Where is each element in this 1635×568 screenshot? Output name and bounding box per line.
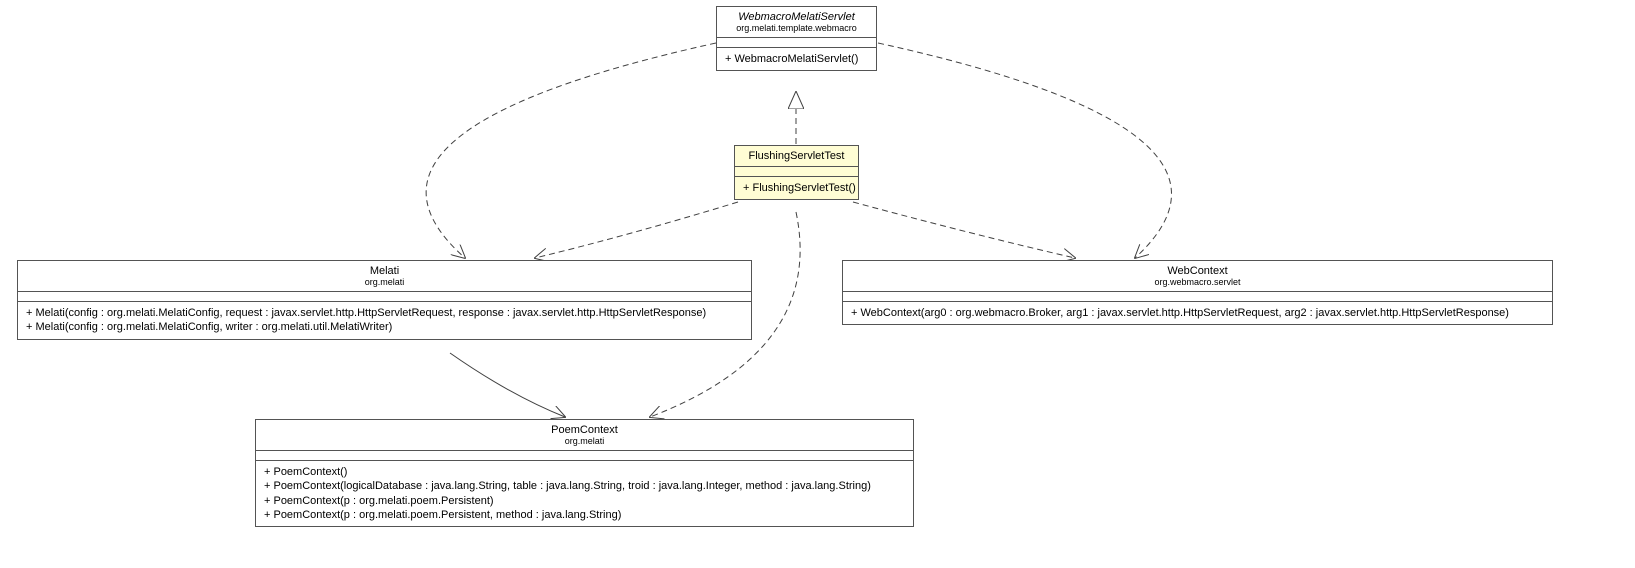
method: + Melati(config : org.melati.MelatiConfi… [26,320,743,334]
edge-assoc-melati-poem [450,353,565,417]
class-flushing-servlet-test: FlushingServletTest + FlushingServletTes… [734,145,859,200]
class-melati: Melati org.melati + Melati(config : org.… [17,260,752,340]
class-attrs [18,292,751,302]
class-header: WebmacroMelatiServlet org.melati.templat… [717,7,876,38]
class-webmacro-melati-servlet: WebmacroMelatiServlet org.melati.templat… [716,6,877,71]
class-package: org.webmacro.servlet [851,277,1544,287]
class-attrs [735,167,858,177]
class-methods: + FlushingServletTest() [735,177,858,199]
method: + PoemContext(p : org.melati.poem.Persis… [264,494,905,508]
method: + PoemContext(p : org.melati.poem.Persis… [264,508,905,522]
edge-dependency-wmservlet-melati [426,43,716,258]
class-poem-context: PoemContext org.melati + PoemContext() +… [255,419,914,527]
method: + FlushingServletTest() [743,181,850,195]
class-attrs [256,451,913,461]
method: + PoemContext() [264,465,905,479]
class-web-context: WebContext org.webmacro.servlet + WebCon… [842,260,1553,325]
method: + PoemContext(logicalDatabase : java.lan… [264,479,905,493]
class-name: PoemContext [264,424,905,436]
method: + Melati(config : org.melati.MelatiConfi… [26,306,743,320]
edge-dependency-wmservlet-webcontext [878,43,1171,258]
class-package: org.melati [264,436,905,446]
class-name: Melati [26,265,743,277]
class-methods: + Melati(config : org.melati.MelatiConfi… [18,302,751,339]
class-package: org.melati [26,277,743,287]
edge-dependency-flushing-melati [535,202,738,258]
class-attrs [717,38,876,48]
class-package: org.melati.template.webmacro [725,23,868,33]
method: + WebmacroMelatiServlet() [725,52,868,66]
class-name: FlushingServletTest [743,150,850,162]
class-name: WebContext [851,265,1544,277]
class-methods: + WebContext(arg0 : org.webmacro.Broker,… [843,302,1552,324]
class-header: FlushingServletTest [735,146,858,167]
class-header: WebContext org.webmacro.servlet [843,261,1552,292]
class-methods: + PoemContext() + PoemContext(logicalDat… [256,461,913,526]
edge-dependency-flushing-webcontext [853,202,1075,258]
class-header: PoemContext org.melati [256,420,913,451]
class-attrs [843,292,1552,302]
class-methods: + WebmacroMelatiServlet() [717,48,876,70]
method: + WebContext(arg0 : org.webmacro.Broker,… [851,306,1544,320]
class-header: Melati org.melati [18,261,751,292]
class-name: WebmacroMelatiServlet [725,11,868,23]
